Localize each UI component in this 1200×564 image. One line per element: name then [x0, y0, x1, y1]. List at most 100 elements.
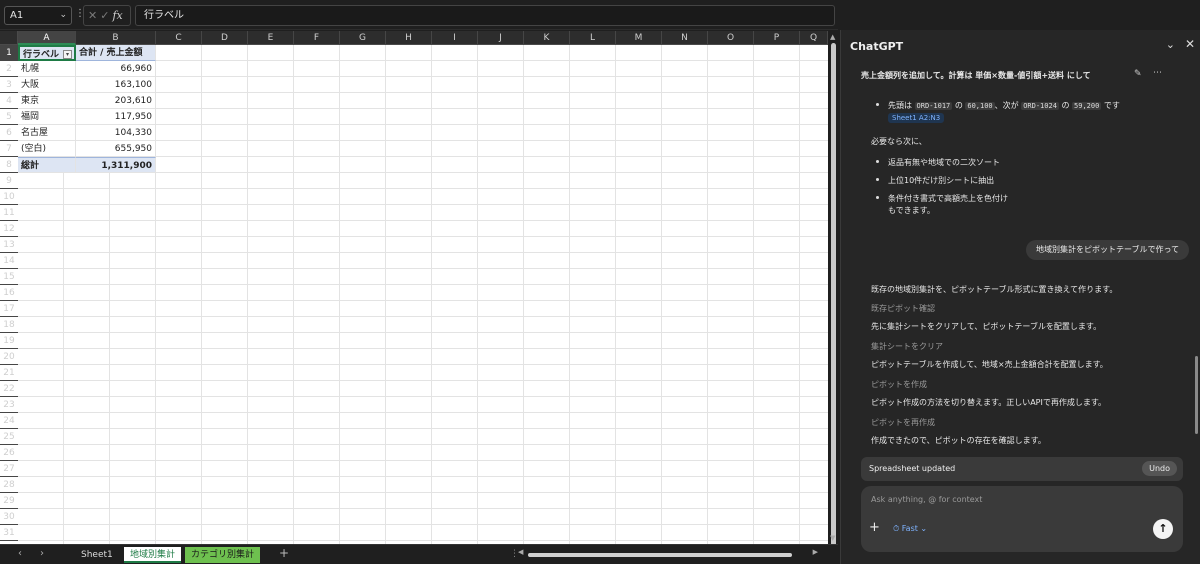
sheet-tab-category-summary[interactable]: カテゴリ別集計 — [185, 547, 261, 563]
column-header[interactable]: J — [478, 31, 524, 45]
column-header[interactable]: L — [570, 31, 616, 45]
scroll-up-icon[interactable]: ▲ — [830, 33, 835, 41]
pivot-row-value[interactable]: 104,330 — [76, 125, 156, 141]
row-header[interactable]: 14 — [0, 253, 18, 269]
pivot-row-value[interactable]: 66,960 — [76, 61, 156, 77]
column-header[interactable]: O — [708, 31, 754, 45]
row-header[interactable]: 16 — [0, 285, 18, 301]
name-box[interactable]: A1 ⌄ — [4, 6, 72, 25]
pivot-row-value[interactable]: 203,610 — [76, 93, 156, 109]
chat-input[interactable] — [871, 495, 1161, 504]
add-sheet-button[interactable]: + — [279, 546, 289, 560]
chevron-left-icon[interactable]: ‹ — [18, 548, 22, 559]
row-header[interactable]: 18 — [0, 317, 18, 333]
cell-area[interactable]: 行ラベル ▾ 合計 / 売上金額 札幌 66,960 大阪 163,100 東京… — [18, 45, 828, 544]
row-header[interactable]: 23 — [0, 397, 18, 413]
column-header[interactable]: F — [294, 31, 340, 45]
column-header[interactable]: K — [524, 31, 570, 45]
scroll-down-icon[interactable]: ▼ — [830, 534, 835, 542]
range-reference-chip[interactable]: Sheet1 A2:N3 — [888, 113, 945, 123]
chevron-down-icon: ⌄ — [920, 524, 928, 533]
column-header[interactable]: H — [386, 31, 432, 45]
undo-button[interactable]: Undo — [1142, 461, 1177, 476]
row-header[interactable]: 15 — [0, 269, 18, 285]
row-header[interactable]: 11 — [0, 205, 18, 221]
row-header[interactable]: 4 — [0, 93, 18, 109]
pivot-row-label[interactable]: 東京 — [18, 93, 76, 109]
row-header[interactable]: 30 — [0, 509, 18, 525]
close-icon[interactable]: ✕ — [1185, 37, 1195, 51]
scroll-thumb[interactable] — [831, 43, 836, 548]
scroll-left-icon[interactable]: ◀ — [518, 548, 523, 556]
row-header[interactable]: 25 — [0, 429, 18, 445]
chevron-right-icon[interactable]: › — [40, 548, 44, 559]
row-header[interactable]: 5 — [0, 109, 18, 125]
chevron-down-icon[interactable]: ⌄ — [1166, 38, 1175, 51]
pivot-row-label[interactable]: (空白) — [18, 141, 76, 157]
pivot-row-label[interactable]: 札幌 — [18, 61, 76, 77]
formula-input[interactable]: 行ラベル — [135, 5, 835, 26]
row-header[interactable]: 29 — [0, 493, 18, 509]
pivot-row-label[interactable]: 福岡 — [18, 109, 76, 125]
row-header[interactable]: 31 — [0, 525, 18, 541]
row-header[interactable]: 2 — [0, 61, 18, 77]
pivot-row-value[interactable]: 655,950 — [76, 141, 156, 157]
row-header[interactable]: 10 — [0, 189, 18, 205]
column-header[interactable]: Q — [800, 31, 828, 45]
pivot-header-row-label[interactable]: 行ラベル ▾ — [18, 45, 76, 61]
chat-scrollbar[interactable] — [1195, 356, 1198, 434]
horizontal-scrollbar[interactable]: ◀ ▶ — [518, 548, 818, 559]
column-header[interactable]: C — [156, 31, 202, 45]
column-header[interactable]: D — [202, 31, 248, 45]
row-header[interactable]: 17 — [0, 301, 18, 317]
row-header[interactable]: 21 — [0, 365, 18, 381]
row-header[interactable]: 3 — [0, 77, 18, 93]
cancel-icon[interactable]: ✕ — [88, 9, 100, 22]
row-header[interactable]: 9 — [0, 173, 18, 189]
sheet-tab-sheet1[interactable]: Sheet1 — [75, 547, 119, 563]
row-header[interactable]: 27 — [0, 461, 18, 477]
row-header[interactable]: 28 — [0, 477, 18, 493]
pivot-row-label[interactable]: 大阪 — [18, 77, 76, 93]
column-header[interactable]: P — [754, 31, 800, 45]
row-header[interactable]: 8 — [0, 157, 18, 173]
pivot-row-value[interactable]: 117,950 — [76, 109, 156, 125]
pivot-total-value[interactable]: 1,311,900 — [76, 157, 156, 173]
column-header[interactable]: E — [248, 31, 294, 45]
send-button[interactable]: ↑ — [1153, 519, 1173, 539]
edit-icon[interactable]: ✎ — [1134, 69, 1142, 79]
row-header[interactable]: 13 — [0, 237, 18, 253]
select-all-corner[interactable] — [0, 31, 18, 45]
column-header[interactable]: B — [76, 31, 156, 45]
check-icon[interactable]: ✓ — [100, 9, 112, 22]
pivot-total-label[interactable]: 総計 — [18, 157, 76, 173]
model-selector[interactable]: ⏱ Fast ⌄ — [893, 524, 927, 534]
more-horizontal-icon[interactable]: ⋯ — [1153, 68, 1162, 78]
row-header[interactable]: 26 — [0, 445, 18, 461]
scroll-thumb[interactable] — [528, 553, 792, 557]
pivot-row-label[interactable]: 名古屋 — [18, 125, 76, 141]
row-header[interactable]: 22 — [0, 381, 18, 397]
scroll-right-icon[interactable]: ▶ — [813, 548, 818, 556]
row-header[interactable]: 7 — [0, 141, 18, 157]
filter-dropdown-icon[interactable]: ▾ — [63, 50, 72, 59]
row-header[interactable]: 1 — [0, 45, 18, 61]
row-header[interactable]: 6 — [0, 125, 18, 141]
column-header[interactable]: N — [662, 31, 708, 45]
chat-transcript[interactable]: 売上金額列を追加して。計算は 単価×数量-値引額+送料 にして ✎ ⋯ 先頭は … — [841, 62, 1193, 456]
row-header[interactable]: 20 — [0, 349, 18, 365]
chevron-down-icon[interactable]: ⌄ — [59, 7, 67, 24]
function-icon[interactable]: fx — [112, 9, 122, 22]
column-header[interactable]: I — [432, 31, 478, 45]
pivot-header-value[interactable]: 合計 / 売上金額 — [76, 45, 156, 61]
column-header[interactable]: M — [616, 31, 662, 45]
add-attachment-button[interactable]: + — [869, 520, 880, 535]
pivot-row-value[interactable]: 163,100 — [76, 77, 156, 93]
column-header[interactable]: A — [18, 31, 76, 45]
vertical-scrollbar[interactable]: ▲ ▼ — [829, 31, 838, 548]
row-header[interactable]: 19 — [0, 333, 18, 349]
sheet-tab-region-summary[interactable]: 地域別集計 — [124, 547, 182, 563]
row-header[interactable]: 24 — [0, 413, 18, 429]
row-header[interactable]: 12 — [0, 221, 18, 237]
column-header[interactable]: G — [340, 31, 386, 45]
